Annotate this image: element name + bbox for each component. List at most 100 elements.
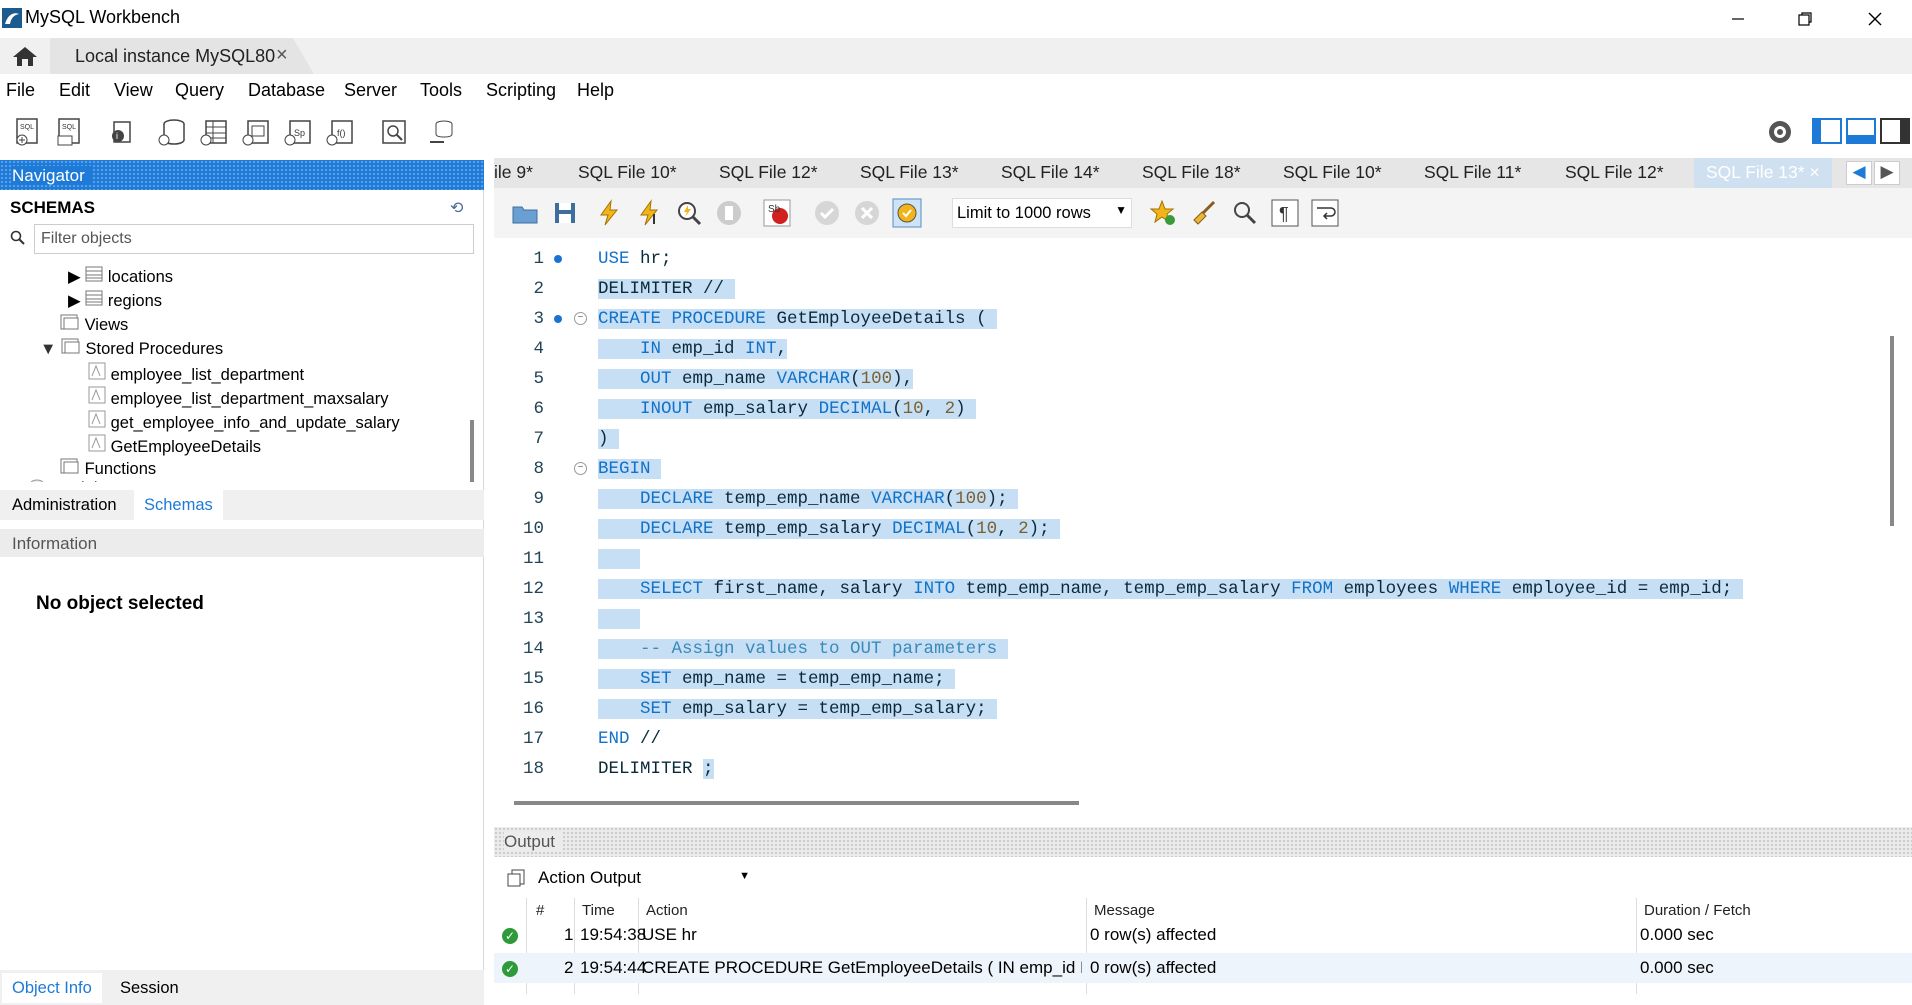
menu-help[interactable]: Help (577, 80, 614, 101)
fold-toggle-icon[interactable]: − (574, 312, 587, 325)
file-tab[interactable]: SQL File 11* (1424, 162, 1521, 183)
autocommit-toggle[interactable] (892, 198, 922, 228)
file-tab[interactable]: SQL File 12* (719, 162, 818, 183)
info-tabs: Object Info Session (0, 970, 484, 1005)
close-tab-icon[interactable]: × (276, 44, 288, 67)
execute-current-button[interactable] (634, 198, 664, 228)
search-table-data-button[interactable] (378, 116, 410, 148)
close-icon (1868, 12, 1882, 26)
open-sql-script-button[interactable]: SQL (54, 116, 86, 148)
file-tab[interactable]: SQL File 10* (1283, 162, 1382, 183)
menu-scripting[interactable]: Scripting (486, 80, 556, 101)
menu-query[interactable]: Query (175, 80, 224, 101)
tree-item-stored-procedures[interactable]: ▼ Stored Procedures (40, 338, 223, 359)
create-procedure-button[interactable]: Sp (282, 116, 314, 148)
editor-horizontal-scrollbar[interactable] (514, 801, 1079, 805)
output-row[interactable]: ✓ 1 19:54:38 USE hr 0 row(s) affected 0.… (494, 920, 1912, 950)
action-output-grid: # Time Action Message Duration / Fetch ✓… (494, 898, 1912, 1005)
tree-item-locations[interactable]: ▶ locations (68, 266, 173, 287)
code-line: SELECT first_name, salary INTO temp_emp_… (598, 574, 1743, 604)
file-tab[interactable]: ile 9* (494, 162, 533, 183)
sql-editor[interactable]: 1 2 3 4 5 6 7 8 9 10 11 12 13 14 15 16 1… (494, 238, 1912, 820)
restore-button[interactable] (1770, 0, 1840, 38)
file-tab-active[interactable]: SQL File 13* × (1694, 158, 1832, 188)
output-toolbar: Action Output ▼ (494, 858, 1912, 898)
menu-file[interactable]: File (6, 80, 35, 101)
word-wrap-button[interactable] (1310, 198, 1340, 228)
create-view-button[interactable] (240, 116, 272, 148)
output-type-select[interactable]: Action Output ▼ (534, 864, 754, 892)
tree-scrollbar[interactable] (470, 420, 474, 482)
create-schema-button[interactable] (156, 116, 188, 148)
line-number: 13 (522, 609, 544, 629)
toggle-output-button[interactable] (1846, 116, 1876, 148)
tree-item-views[interactable]: Views (60, 314, 128, 335)
execute-button[interactable] (594, 198, 624, 228)
file-tab[interactable]: SQL File 13* (860, 162, 959, 183)
new-sql-tab-button[interactable]: SQL (12, 116, 44, 148)
tab-session[interactable]: Session (110, 973, 189, 1003)
menu-tools[interactable]: Tools (420, 80, 462, 101)
tab-object-info[interactable]: Object Info (2, 973, 102, 1003)
menu-edit[interactable]: Edit (59, 80, 90, 101)
explain-button[interactable] (674, 198, 704, 228)
close-tab-icon[interactable]: × (1809, 162, 1819, 182)
fold-toggle-icon[interactable]: − (574, 462, 587, 475)
open-file-button[interactable] (510, 198, 540, 228)
tree-item-functions[interactable]: Functions (60, 458, 156, 479)
close-button[interactable] (1840, 0, 1910, 38)
add-snippet-button[interactable] (1148, 198, 1178, 228)
menu-database[interactable]: Database (248, 80, 325, 101)
refresh-icon[interactable]: ⟲ (450, 198, 463, 218)
home-tab[interactable] (0, 38, 50, 74)
file-tab[interactable]: SQL File 12* (1565, 162, 1664, 183)
invisible-chars-button[interactable]: ¶ (1270, 198, 1300, 228)
settings-button[interactable] (1764, 116, 1796, 148)
tree-item-procedure[interactable]: employee_list_department_maxsalary (88, 386, 388, 409)
tree-item-procedure[interactable]: employee_list_department (88, 362, 304, 385)
stop-button[interactable] (714, 198, 744, 228)
row-duration: 0.000 sec (1640, 925, 1714, 944)
output-row[interactable]: ✓ 2 19:54:44 CREATE PROCEDURE GetEmploye… (494, 953, 1912, 983)
minimize-button[interactable] (1703, 0, 1773, 38)
expand-arrow-icon[interactable]: ▶ (68, 268, 81, 286)
toggle-continue-on-error-button[interactable]: Sb (762, 198, 792, 228)
file-tab-label: SQL File 13* (1706, 162, 1805, 182)
tab-scroll-right-icon[interactable]: ▶ (1874, 161, 1900, 185)
editor-vertical-scrollbar[interactable] (1890, 336, 1894, 526)
commit-button[interactable] (812, 198, 842, 228)
beautify-button[interactable] (1190, 198, 1220, 228)
copy-icon[interactable] (506, 868, 526, 888)
create-table-button[interactable] (198, 116, 230, 148)
find-button[interactable] (1230, 198, 1260, 228)
toggle-secondary-sidebar-button[interactable] (1880, 116, 1910, 148)
code-line: SET emp_salary = temp_emp_salary; (598, 694, 998, 724)
toggle-sidebar-button[interactable] (1812, 116, 1842, 148)
tree-item-movielens[interactable]: ▶ movielens (12, 478, 124, 482)
tree-item-regions[interactable]: ▶ regions (68, 290, 162, 311)
tab-scroll-left-icon[interactable]: ◀ (1846, 161, 1872, 185)
limit-rows-select[interactable]: Limit to 1000 rows ▼ (952, 198, 1132, 228)
rollback-button[interactable] (852, 198, 882, 228)
file-tab[interactable]: SQL File 10* (578, 162, 677, 183)
save-button[interactable] (550, 198, 580, 228)
editor-toolbar: Sb Limit to 1000 rows ▼ ¶ (494, 188, 1912, 238)
tree-item-procedure[interactable]: get_employee_info_and_update_salary (88, 410, 400, 433)
inspector-button[interactable]: i (106, 116, 138, 148)
collapse-arrow-icon[interactable]: ▼ (40, 340, 56, 358)
row-action: CREATE PROCEDURE GetEmployeeDetails ( IN… (642, 958, 1082, 977)
expand-arrow-icon[interactable]: ▶ (12, 479, 25, 482)
menu-server[interactable]: Server (344, 80, 397, 101)
file-tab[interactable]: SQL File 14* (1001, 162, 1100, 183)
file-tab[interactable]: SQL File 18* (1142, 162, 1241, 183)
tab-administration[interactable]: Administration (2, 490, 127, 520)
line-number: 12 (522, 579, 544, 599)
create-function-button[interactable]: f() (324, 116, 356, 148)
tab-schemas[interactable]: Schemas (134, 490, 223, 520)
filter-objects-input[interactable]: Filter objects (34, 224, 474, 254)
expand-arrow-icon[interactable]: ▶ (68, 292, 81, 310)
reconnect-button[interactable] (426, 116, 458, 148)
connection-tab[interactable]: Local instance MySQL80 × (50, 38, 314, 74)
menu-view[interactable]: View (114, 80, 153, 101)
tree-item-procedure[interactable]: GetEmployeeDetails (88, 434, 261, 457)
